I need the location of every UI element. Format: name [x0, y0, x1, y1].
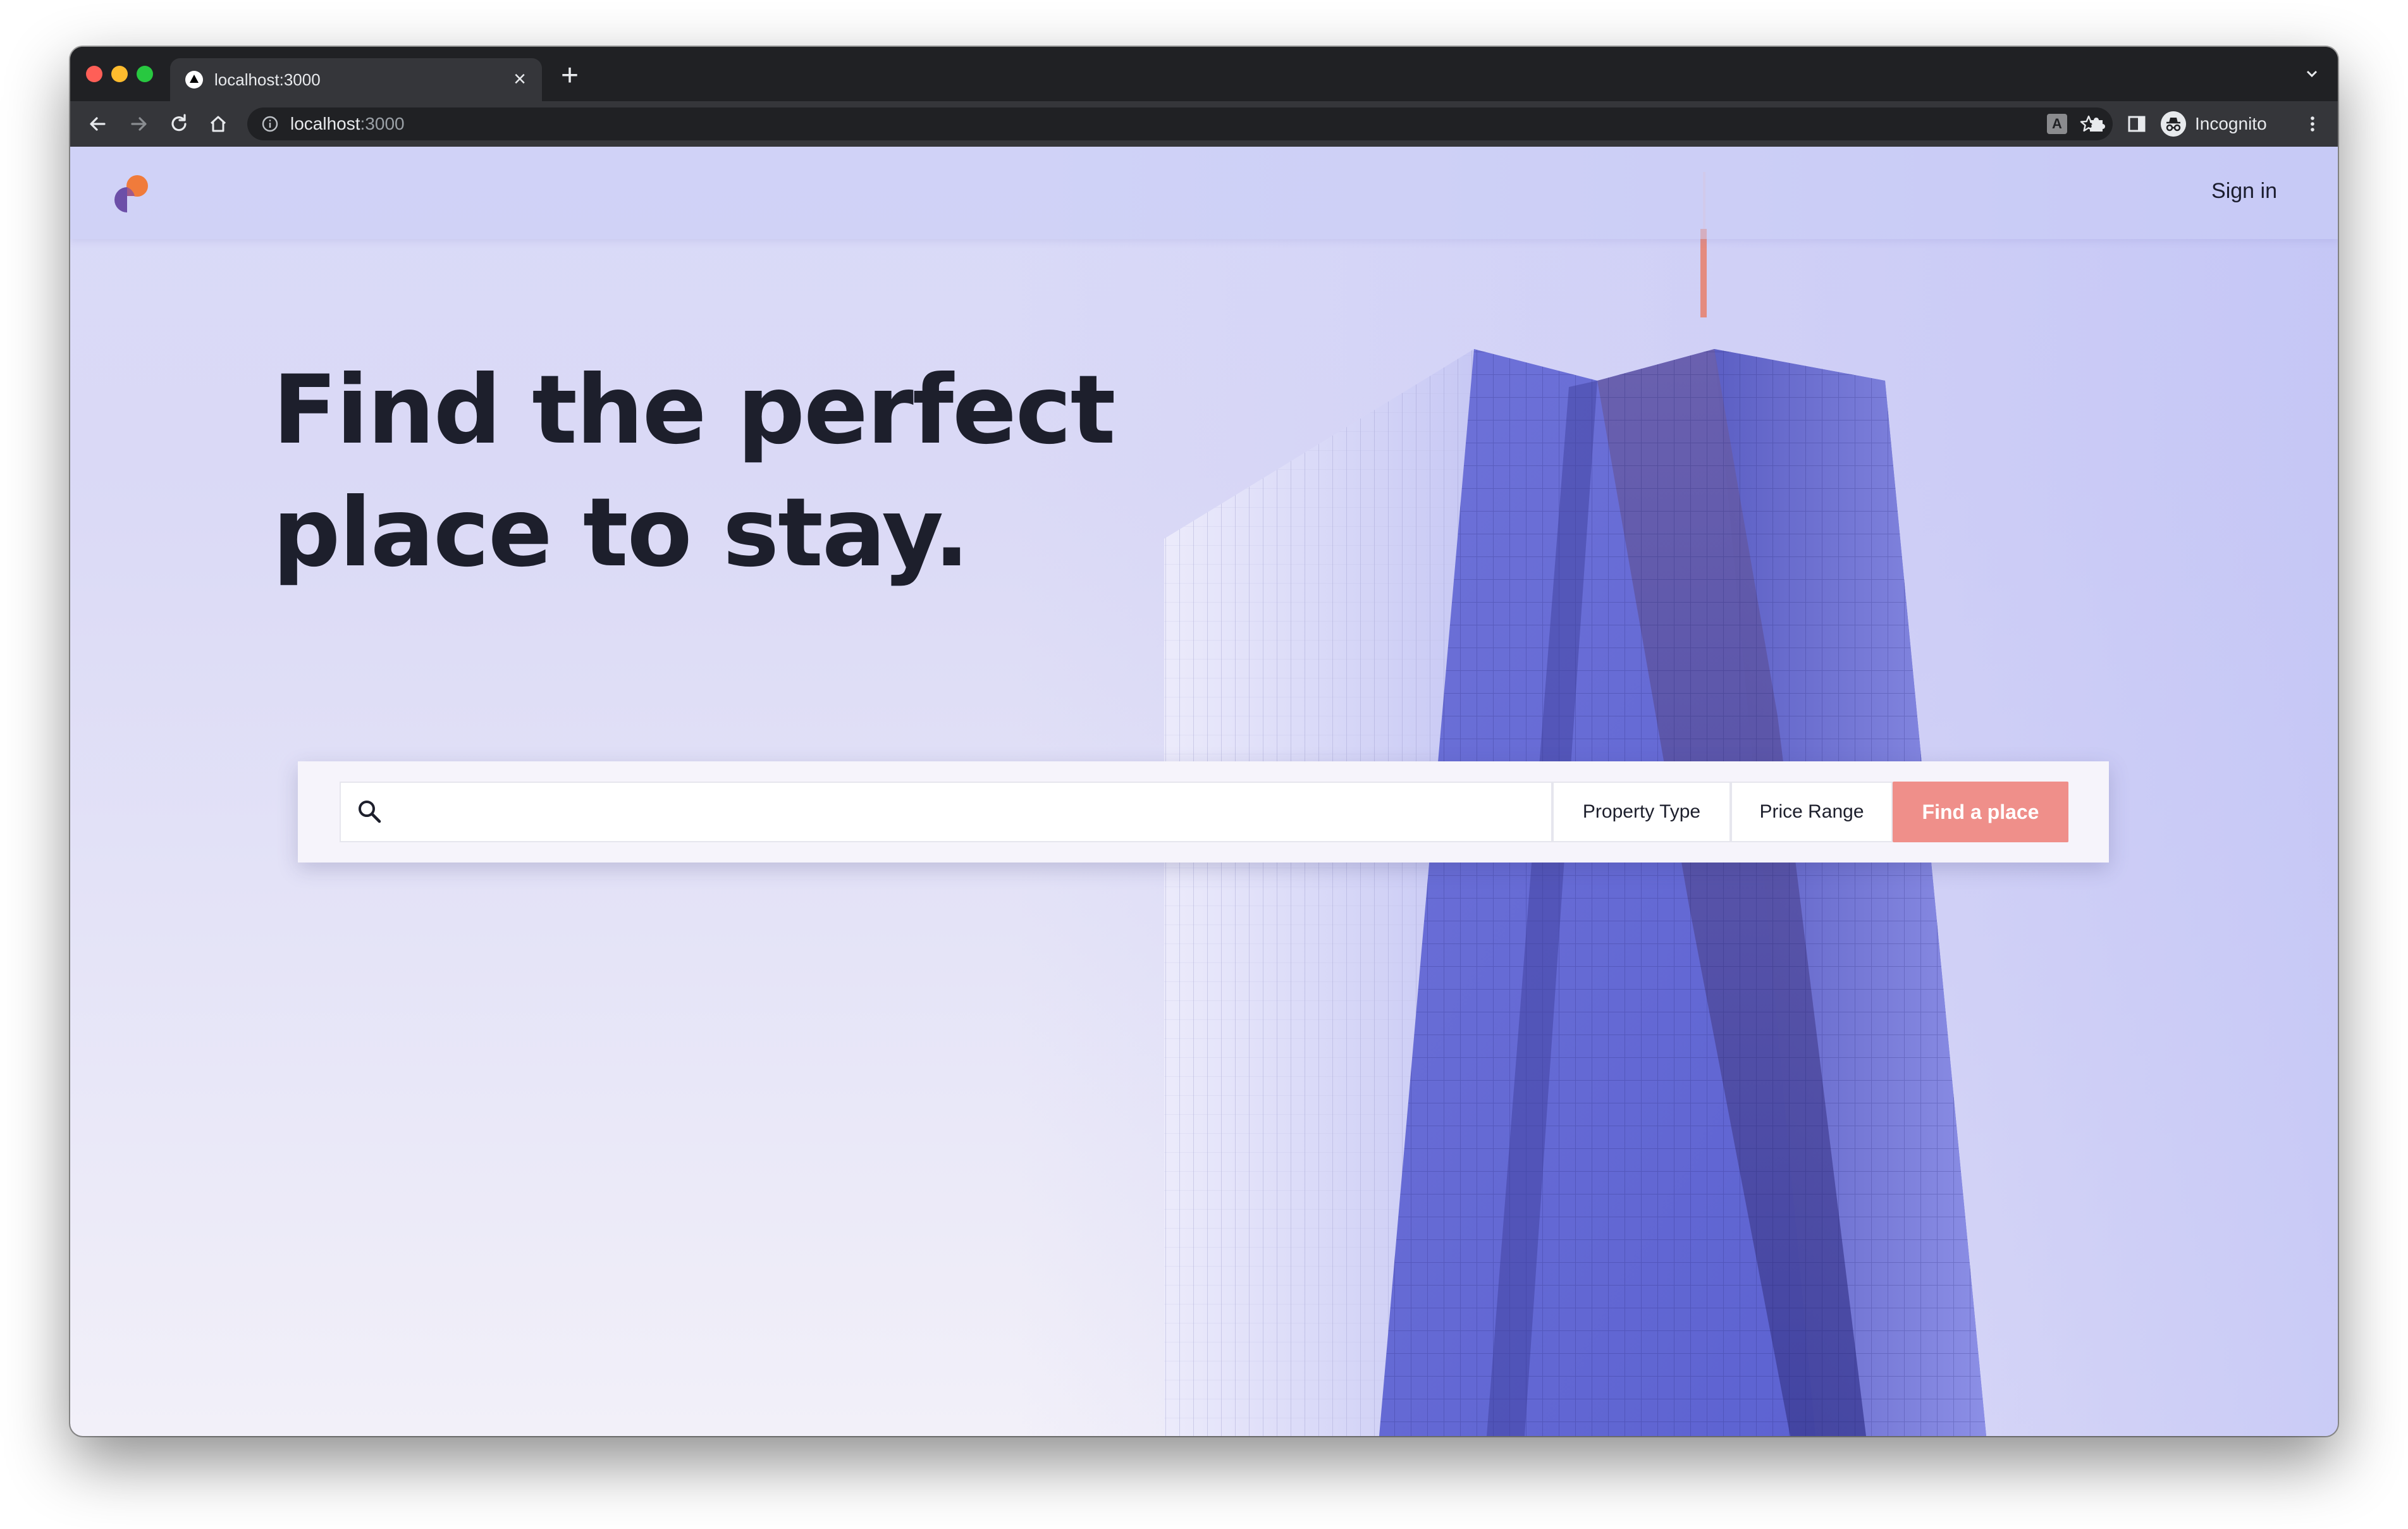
- reload-icon[interactable]: [166, 111, 192, 137]
- chevron-down-icon[interactable]: [2302, 64, 2321, 83]
- url-host: localhost: [290, 114, 360, 133]
- hero-headline: Find the perfect place to stay.: [273, 349, 1221, 594]
- sign-in-link[interactable]: Sign in: [2211, 178, 2277, 204]
- property-type-button[interactable]: Property Type: [1552, 782, 1731, 842]
- search-input[interactable]: [398, 789, 1539, 836]
- tab-strip: localhost:3000 × +: [70, 47, 2338, 101]
- new-tab-button[interactable]: +: [557, 61, 582, 91]
- headline-line-2: place to stay.: [273, 478, 969, 588]
- site-header: Sign in: [70, 147, 2338, 239]
- active-tab[interactable]: localhost:3000 ×: [170, 58, 542, 101]
- find-a-place-button[interactable]: Find a place: [1893, 782, 2068, 842]
- favicon-icon: [185, 71, 203, 89]
- arrow-right-icon[interactable]: [126, 111, 151, 137]
- search-panel: Property Type Price Range Find a place: [298, 761, 2109, 863]
- search-field[interactable]: [340, 782, 1552, 842]
- search-icon: [359, 801, 381, 823]
- side-panel-icon[interactable]: [2125, 113, 2148, 135]
- arrow-left-icon[interactable]: [85, 111, 111, 137]
- url-port: :3000: [360, 114, 405, 133]
- info-icon[interactable]: [261, 115, 279, 133]
- home-icon[interactable]: [206, 111, 231, 137]
- headline-line-1: Find the perfect: [273, 355, 1115, 465]
- incognito-icon: [2161, 111, 2186, 137]
- profile-label: Incognito: [2195, 114, 2267, 133]
- address-bar[interactable]: localhost:3000: [247, 107, 2113, 140]
- browser-window: localhost:3000 × + localhost:3000 A Inco…: [70, 47, 2338, 1436]
- tab-title: localhost:3000: [214, 70, 321, 89]
- url-text: localhost:3000: [290, 114, 405, 134]
- close-window-button[interactable]: [86, 66, 102, 82]
- price-range-button[interactable]: Price Range: [1731, 782, 1893, 842]
- minimize-window-button[interactable]: [111, 66, 128, 82]
- maximize-window-button[interactable]: [137, 66, 153, 82]
- page-viewport: Sign in Find the perfect place to stay. …: [70, 147, 2338, 1436]
- extension-a-icon[interactable]: A: [2047, 114, 2067, 134]
- more-vert-icon[interactable]: [2301, 113, 2324, 135]
- browser-toolbar: localhost:3000 A Incognito: [70, 101, 2338, 147]
- brand-logo-icon[interactable]: [111, 173, 150, 212]
- puzzle-icon[interactable]: [2085, 113, 2108, 135]
- close-tab-button[interactable]: ×: [509, 68, 531, 90]
